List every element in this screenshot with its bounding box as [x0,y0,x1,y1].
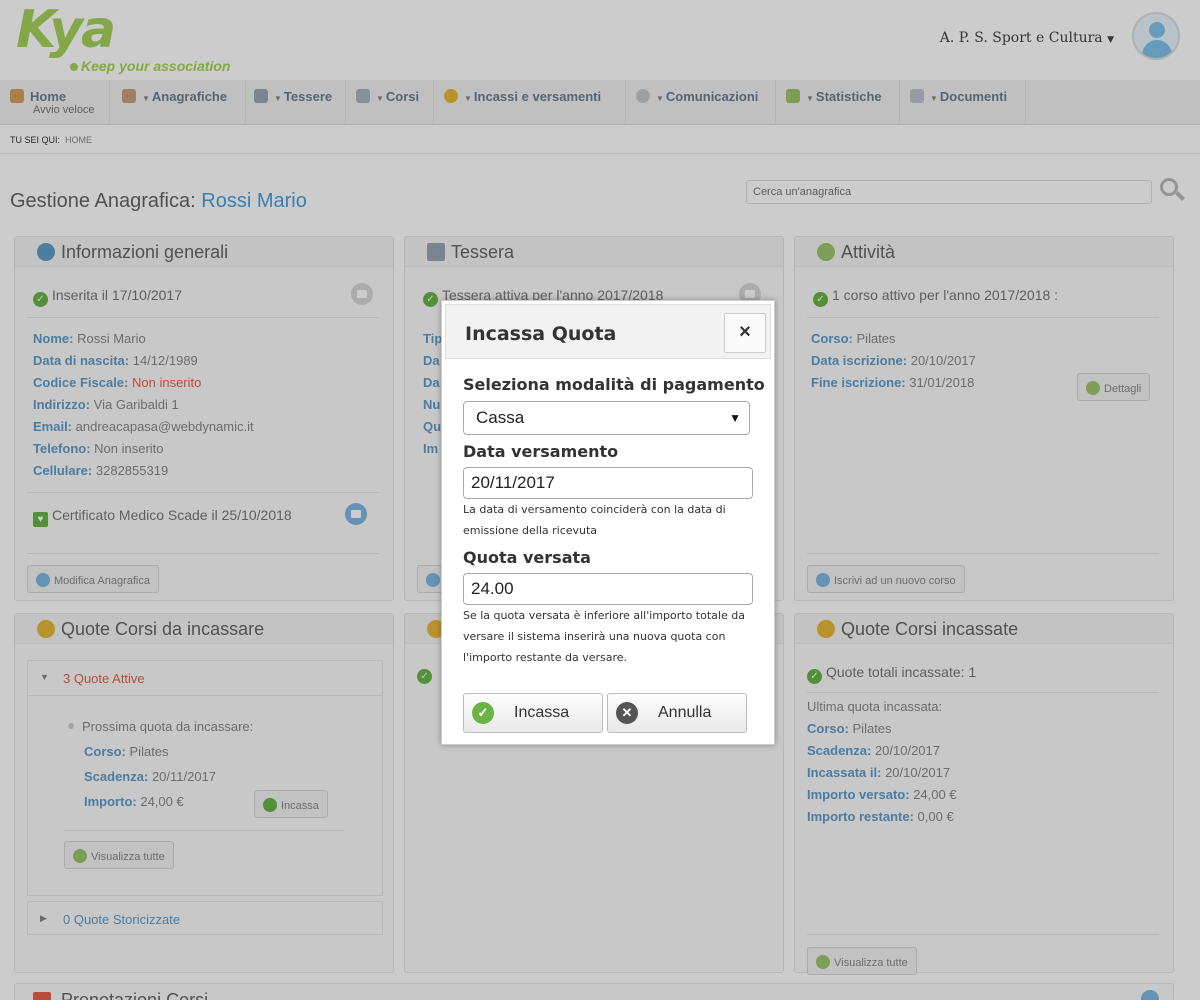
check-icon: ✓ [472,702,494,724]
payment-method-select[interactable]: Cassa ▼ [463,401,750,435]
collect-fee-modal: Incassa Quota × Seleziona modalità di pa… [441,300,775,745]
modal-title: Incassa Quota [465,323,617,345]
amount-input[interactable] [463,573,753,605]
close-button[interactable]: × [724,313,766,353]
modal-header: Incassa Quota × [445,304,771,359]
cancel-button[interactable]: ✕ Annulla [607,693,747,733]
close-icon: × [739,321,751,343]
payment-method-label: Seleziona modalità di pagamento [463,375,765,394]
dropdown-arrow-icon: ▼ [729,411,741,425]
confirm-collect-button[interactable]: ✓ Incassa [463,693,603,733]
payment-date-help: La data di versamento coinciderà con la … [463,503,726,537]
payment-date-label: Data versamento [463,442,619,461]
cancel-icon: ✕ [616,702,638,724]
amount-label: Quota versata [463,548,591,567]
payment-date-input[interactable] [463,467,753,499]
amount-help: Se la quota versata è inferiore all'impo… [463,609,745,664]
